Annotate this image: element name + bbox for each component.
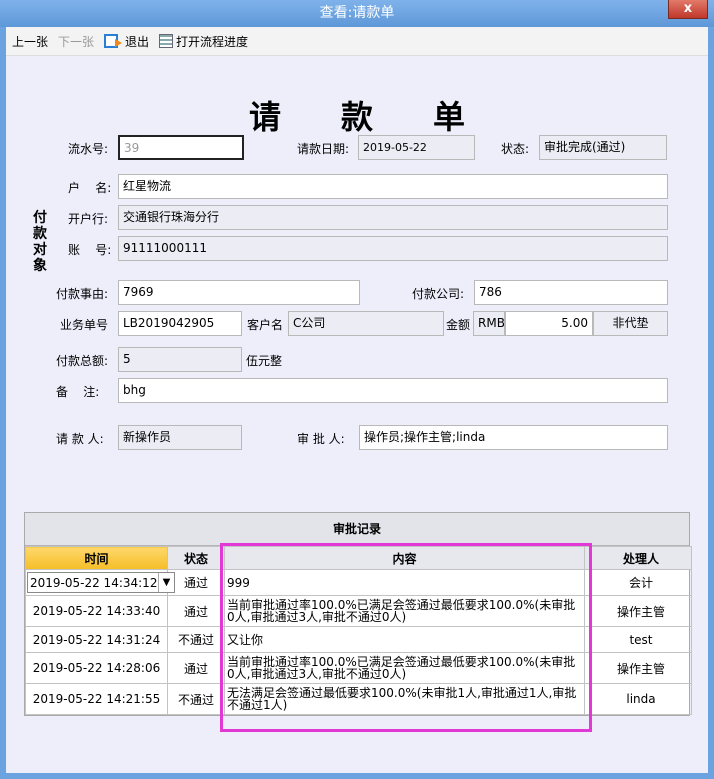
- order-label: 业务单号: [60, 318, 109, 332]
- account-name-field[interactable]: 红星物流: [118, 174, 668, 199]
- time-cell: 2019-05-22 14:21:55: [25, 683, 168, 715]
- next-button[interactable]: 下一张: [58, 33, 94, 50]
- serial-label: 流水号:: [68, 142, 109, 156]
- total-field[interactable]: 5: [118, 347, 242, 372]
- records-title: 审批记录: [25, 513, 689, 546]
- handler-cell: test: [590, 626, 692, 653]
- open-flow-button[interactable]: 打开流程进度: [159, 33, 248, 50]
- amount-field[interactable]: 5.00: [505, 311, 593, 336]
- status-cell: 通过: [167, 595, 225, 627]
- exit-label: 退出: [125, 34, 150, 49]
- exit-button[interactable]: 退出: [104, 33, 149, 50]
- reason-field[interactable]: 7969: [118, 280, 360, 305]
- serial-field[interactable]: 39: [118, 135, 244, 160]
- customer-label: 客户名: [247, 318, 284, 332]
- handler-cell: 会计: [590, 569, 692, 596]
- handler-cell: linda: [590, 683, 692, 715]
- toolbar: 上一张 下一张 退出 打开流程进度: [6, 27, 708, 56]
- flow-chart-icon: [159, 34, 174, 48]
- handler-cell: 操作主管: [590, 652, 692, 684]
- col-header-time[interactable]: 时间: [25, 546, 168, 570]
- date-field[interactable]: 2019-05-22: [358, 135, 475, 160]
- prev-button[interactable]: 上一张: [12, 33, 48, 50]
- order-field[interactable]: LB2019042905: [118, 311, 242, 336]
- total-words: 伍元整: [246, 354, 283, 368]
- approver-label: 审 批 人:: [297, 432, 345, 446]
- col-header-handler[interactable]: 处理人: [590, 546, 692, 570]
- time-cell: 2019-05-22 14:31:24: [25, 626, 168, 653]
- reason-label: 付款事由:: [56, 287, 109, 301]
- handler-cell: 操作主管: [590, 595, 692, 627]
- time-value: 2019-05-22 14:34:12: [30, 575, 158, 590]
- dialog-window: 上一张 下一张 退出 打开流程进度 请款单 流水号: 39 请款日期: 2019…: [6, 27, 708, 773]
- status-cell: 通过: [167, 569, 225, 596]
- window-titlebar: 查看:请款单 x: [0, 0, 714, 27]
- status-field[interactable]: 审批完成(通过): [539, 135, 667, 160]
- account-name-label: 户 名:: [68, 181, 112, 195]
- account-no-label: 账 号:: [68, 243, 112, 257]
- date-label: 请款日期:: [297, 142, 350, 156]
- applicant-label: 请 款 人:: [56, 432, 104, 446]
- bank-label: 开户行:: [68, 212, 109, 226]
- payee-group-text: 付款对象: [33, 210, 47, 274]
- window-title: 查看:请款单: [319, 5, 395, 21]
- company-label: 付款公司:: [412, 287, 465, 301]
- remark-field[interactable]: bhg: [118, 378, 668, 403]
- time-cell: 2019-05-22 14:33:40: [25, 595, 168, 627]
- currency-field[interactable]: RMB: [473, 311, 505, 336]
- total-label: 付款总额:: [56, 354, 109, 368]
- col-header-status[interactable]: 状态: [167, 546, 225, 570]
- time-cell: 2019-05-22 14:28:06: [25, 652, 168, 684]
- status-cell: 通过: [167, 652, 225, 684]
- payee-group-label: 付款对象: [32, 210, 48, 274]
- time-dropdown[interactable]: 2019-05-22 14:34:12 ▼: [27, 572, 175, 593]
- form-area: 请款单 流水号: 39 请款日期: 2019-05-22 状态: 审批完成(通过…: [6, 56, 708, 773]
- close-button[interactable]: x: [668, 0, 708, 19]
- content-highlight-box: [220, 543, 592, 732]
- exit-icon: [104, 34, 123, 48]
- open-flow-label: 打开流程进度: [176, 34, 249, 49]
- advance-field[interactable]: 非代垫: [593, 311, 668, 336]
- status-label: 状态:: [501, 142, 530, 156]
- remark-label: 备 注:: [56, 385, 100, 399]
- bank-field[interactable]: 交通银行珠海分行: [118, 205, 668, 230]
- status-cell: 不通过: [167, 626, 225, 653]
- chevron-down-icon[interactable]: ▼: [158, 573, 174, 592]
- amount-label: 金额: [446, 318, 471, 332]
- account-no-field[interactable]: 91111000111: [118, 236, 668, 261]
- customer-field[interactable]: C公司: [288, 311, 444, 336]
- applicant-field[interactable]: 新操作员: [118, 425, 242, 450]
- approver-field[interactable]: 操作员;操作主管;linda: [359, 425, 668, 450]
- company-field[interactable]: 786: [474, 280, 668, 305]
- page-title: 请款单: [248, 98, 525, 136]
- status-cell: 不通过: [167, 683, 225, 715]
